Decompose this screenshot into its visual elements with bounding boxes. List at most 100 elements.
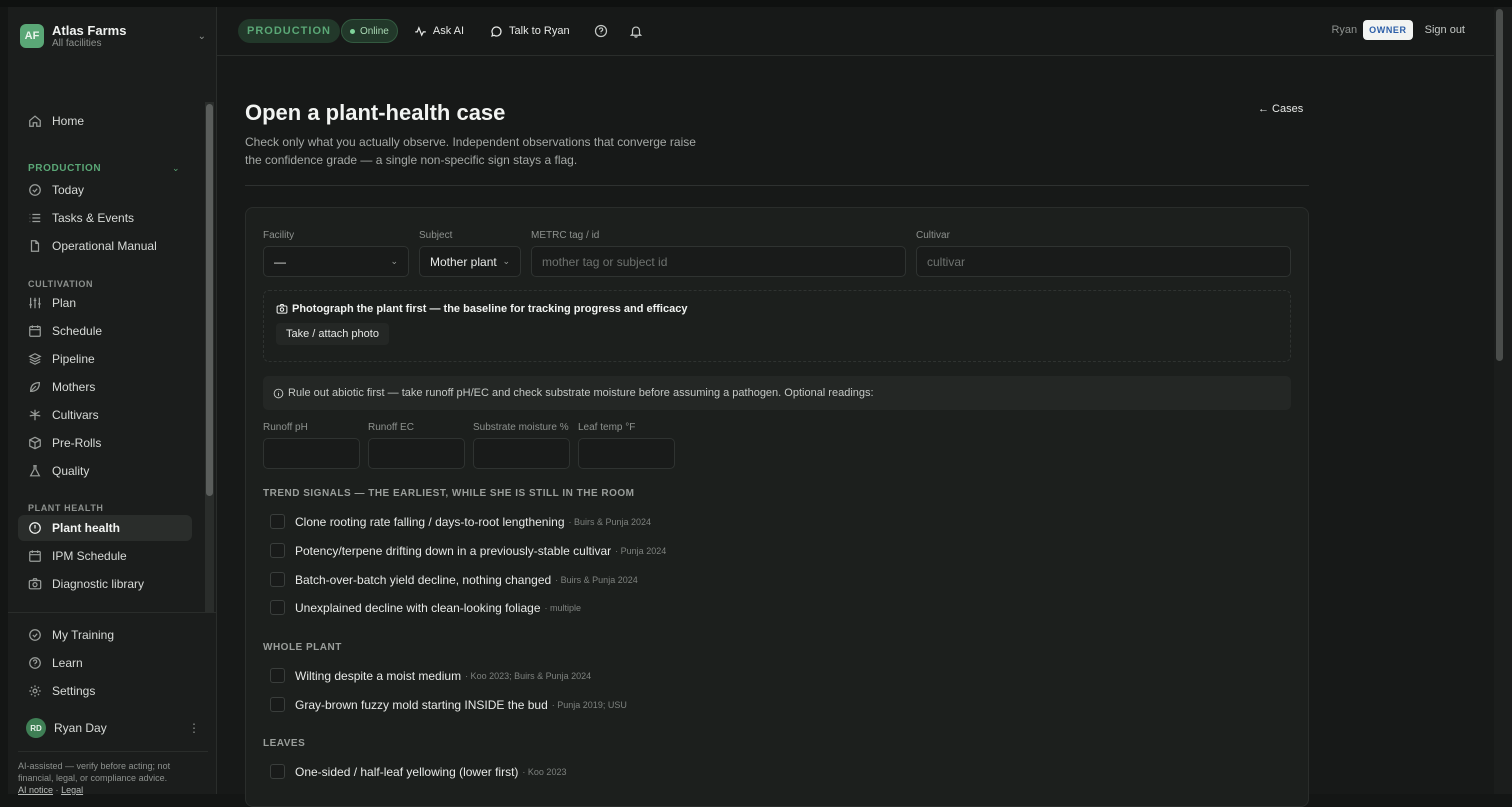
subject-value: Mother plant <box>430 254 497 269</box>
symptom-label: Unexplained decline with clean-looking f… <box>295 600 541 615</box>
status-badge: Online <box>340 19 398 43</box>
metrc-tag-input[interactable]: mother tag or subject id <box>531 246 906 277</box>
checkbox[interactable] <box>270 543 285 558</box>
sidebar-item-operational-manual[interactable]: Operational Manual <box>18 233 192 259</box>
sidebar-item-plan[interactable]: Plan <box>18 290 192 316</box>
runoff-ec-label: Runoff EC <box>368 422 414 433</box>
avatar: RD <box>26 718 46 738</box>
talk-to-ryan-button[interactable]: Talk to Ryan <box>490 19 570 43</box>
checkbox[interactable] <box>270 600 285 615</box>
main-content: PRODUCTION Online Ask AI Talk to Ryan Ry… <box>217 7 1494 807</box>
ask-ai-button[interactable]: Ask AI <box>414 19 464 43</box>
sidebar-item-cultivars[interactable]: Cultivars <box>18 402 192 428</box>
sidebar-item-tasks-events[interactable]: Tasks & Events <box>18 205 192 231</box>
symptom-label: Batch-over-batch yield decline, nothing … <box>295 572 552 587</box>
sidebar-item-home[interactable]: Home <box>18 108 192 134</box>
sidebar-item-label: Cultivars <box>52 408 99 422</box>
facility-select[interactable]: — ⌄ <box>263 246 409 277</box>
chevron-down-icon: ⌄ <box>390 256 398 266</box>
symptom-checkbox[interactable]: Gray-brown fuzzy mold starting INSIDE th… <box>270 697 627 712</box>
user-menu[interactable]: RD Ryan Day ⋮ <box>26 716 200 740</box>
facility-label: Facility <box>263 230 295 241</box>
group-header-trend: TREND SIGNALS — THE EARLIEST, WHILE SHE … <box>263 488 635 499</box>
symptom-citation: · Buirs & Punja 2024 <box>568 516 652 527</box>
status-label: Online <box>359 25 389 37</box>
org-subtitle: All facilities <box>52 37 102 49</box>
sidebar-item-pre-rolls[interactable]: Pre-Rolls <box>18 430 192 456</box>
org-switcher[interactable]: AF Atlas Farms All facilities ⌄ <box>20 21 206 51</box>
sidebar-item-label: Mothers <box>52 380 96 394</box>
checkbox[interactable] <box>270 697 285 712</box>
sidebar-item-ipm-schedule[interactable]: IPM Schedule <box>18 543 192 569</box>
sidebar-item-mothers[interactable]: Mothers <box>18 374 192 400</box>
sidebar-item-today[interactable]: Today <box>18 177 192 203</box>
symptom-citation: · Koo 2023; Buirs & Punja 2024 <box>465 670 592 681</box>
abiotic-text: Rule out abiotic first — take runoff pH/… <box>288 387 874 399</box>
sidebar-bottom: My Training Learn Settings RD Ryan Day ⋮… <box>8 612 217 796</box>
symptom-checkbox[interactable]: Potency/terpene drifting down in a previ… <box>270 543 666 558</box>
home-icon <box>28 114 42 128</box>
scrollbar-thumb[interactable] <box>1496 9 1503 361</box>
subject-select[interactable]: Mother plant ⌄ <box>419 246 521 277</box>
bell-icon[interactable] <box>629 24 643 38</box>
ask-ai-label: Ask AI <box>432 25 465 37</box>
runoff-ec-input[interactable] <box>368 438 465 469</box>
checkbox[interactable] <box>270 572 285 587</box>
package-icon <box>28 436 42 450</box>
sidebar-item-plant-health[interactable]: Plant health <box>18 515 192 541</box>
help-circle-icon[interactable] <box>594 24 608 38</box>
user-name: Ryan Day <box>54 721 107 735</box>
sign-out-button[interactable]: Sign out <box>1425 24 1465 36</box>
chevron-down-icon: ⌄ <box>502 256 510 266</box>
symptom-checkbox[interactable]: Wilting despite a moist medium · Koo 2023… <box>270 668 591 683</box>
symptom-citation: · Punja 2024 <box>615 545 667 556</box>
cultivar-input[interactable]: cultivar <box>916 246 1291 277</box>
calendar-icon <box>28 324 42 338</box>
sidebar-item-settings[interactable]: Settings <box>18 678 192 704</box>
back-to-cases-link[interactable]: ← Cases <box>1258 103 1303 115</box>
take-photo-button[interactable]: Take / attach photo <box>276 323 389 345</box>
checkbox[interactable] <box>270 764 285 779</box>
section-header-plant-health: PLANT HEALTH <box>28 503 104 513</box>
help-circle-icon <box>28 656 42 670</box>
runoff-ph-input[interactable] <box>263 438 360 469</box>
group-header-leaves: LEAVES <box>263 738 306 749</box>
sidebar-item-quality[interactable]: Quality <box>18 458 192 484</box>
status-dot-icon <box>349 28 355 34</box>
sidebar-item-my-training[interactable]: My Training <box>18 622 192 648</box>
sidebar-item-label: Pre-Rolls <box>52 436 102 450</box>
nav-scrollbar[interactable] <box>205 102 214 612</box>
checkbox[interactable] <box>270 514 285 529</box>
sidebar-item-learn[interactable]: Learn <box>18 650 192 676</box>
checkbox[interactable] <box>270 668 285 683</box>
substrate-moisture-input[interactable] <box>473 438 570 469</box>
leaf-temp-input[interactable] <box>578 438 675 469</box>
sidebar-item-pipeline[interactable]: Pipeline <box>18 346 192 372</box>
photo-title-text: Photograph the plant first — the baselin… <box>292 303 688 315</box>
kebab-menu-icon[interactable]: ⋮ <box>188 721 200 735</box>
sidebar-item-label: Tasks & Events <box>52 211 135 225</box>
symptom-label: Clone rooting rate falling / days-to-roo… <box>295 514 565 529</box>
chevron-down-icon[interactable]: ⌄ <box>172 163 180 174</box>
photo-section: Photograph the plant first — the baselin… <box>263 290 1291 362</box>
sidebar-item-label: Quality <box>52 464 90 478</box>
sidebar-item-schedule[interactable]: Schedule <box>18 318 192 344</box>
symptom-checkbox[interactable]: Batch-over-batch yield decline, nothing … <box>270 572 638 587</box>
symptom-label: Wilting despite a moist medium <box>295 668 462 683</box>
chevron-down-icon: ⌄ <box>197 30 206 42</box>
case-form-card: Facility — ⌄ Subject Mother plant ⌄ METR… <box>245 207 1309 807</box>
metrc-tag-placeholder: mother tag or subject id <box>542 254 668 269</box>
sidebar-item-label: Learn <box>52 656 83 670</box>
org-name: Atlas Farms <box>52 22 127 38</box>
page-scrollbar[interactable] <box>1494 7 1512 794</box>
symptom-checkbox[interactable]: One-sided / half-leaf yellowing (lower f… <box>270 764 566 779</box>
check-circle-icon <box>28 628 42 642</box>
mode-badge[interactable]: PRODUCTION <box>238 19 340 43</box>
ai-disclaimer: AI-assisted — verify before acting; not … <box>18 751 208 796</box>
cultivar-placeholder: cultivar <box>927 254 966 269</box>
cannabis-leaf-icon <box>28 408 42 422</box>
sidebar-item-diagnostic-library[interactable]: Diagnostic library <box>18 571 192 597</box>
symptom-label: One-sided / half-leaf yellowing (lower f… <box>295 764 519 779</box>
symptom-checkbox[interactable]: Clone rooting rate falling / days-to-roo… <box>270 514 651 529</box>
symptom-checkbox[interactable]: Unexplained decline with clean-looking f… <box>270 600 581 615</box>
